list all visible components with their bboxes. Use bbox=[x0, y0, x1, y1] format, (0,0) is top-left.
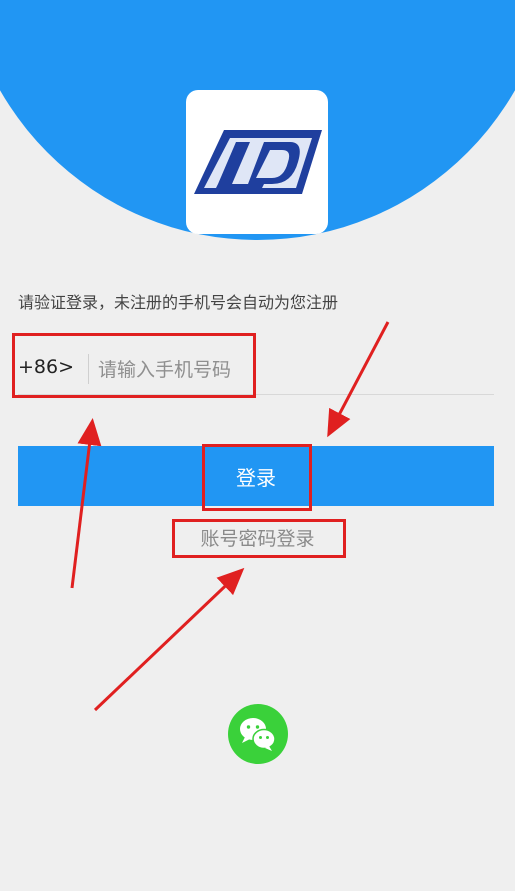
login-hint-text: 请验证登录，未注册的手机号会自动为您注册 bbox=[18, 293, 339, 312]
ld-logo-icon bbox=[194, 130, 322, 194]
annotation-box-account-login bbox=[172, 519, 346, 558]
annotation-box-login bbox=[202, 444, 312, 511]
annotation-arrow-account-login bbox=[93, 567, 245, 712]
app-logo bbox=[186, 90, 328, 234]
wechat-login-button[interactable] bbox=[228, 704, 288, 764]
login-screen: 请验证登录，未注册的手机号会自动为您注册 +86> 登录 账号密码登录 bbox=[0, 0, 515, 891]
wechat-icon bbox=[240, 718, 276, 751]
annotation-box-phone bbox=[12, 333, 256, 398]
